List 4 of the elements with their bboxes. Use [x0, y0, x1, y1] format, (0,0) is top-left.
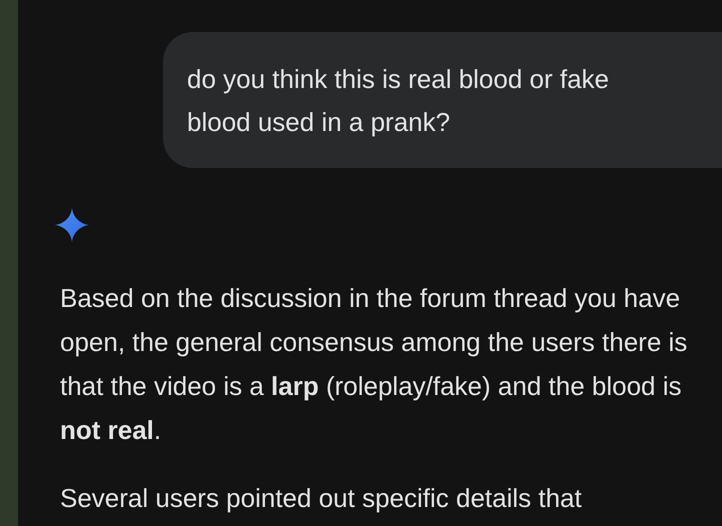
- sparkle-icon: [55, 208, 89, 242]
- response-paragraph: Several users pointed out specific details that: [60, 482, 583, 515]
- user-message: do you think this is real blood or fake blood used in a prank?: [187, 63, 610, 139]
- response-paragraph: Based on the discussion in the forum thread you have open, the general consensus among the users there is that the video is a larp (roleplay/fake) and the blood is not real.: [60, 282, 688, 447]
